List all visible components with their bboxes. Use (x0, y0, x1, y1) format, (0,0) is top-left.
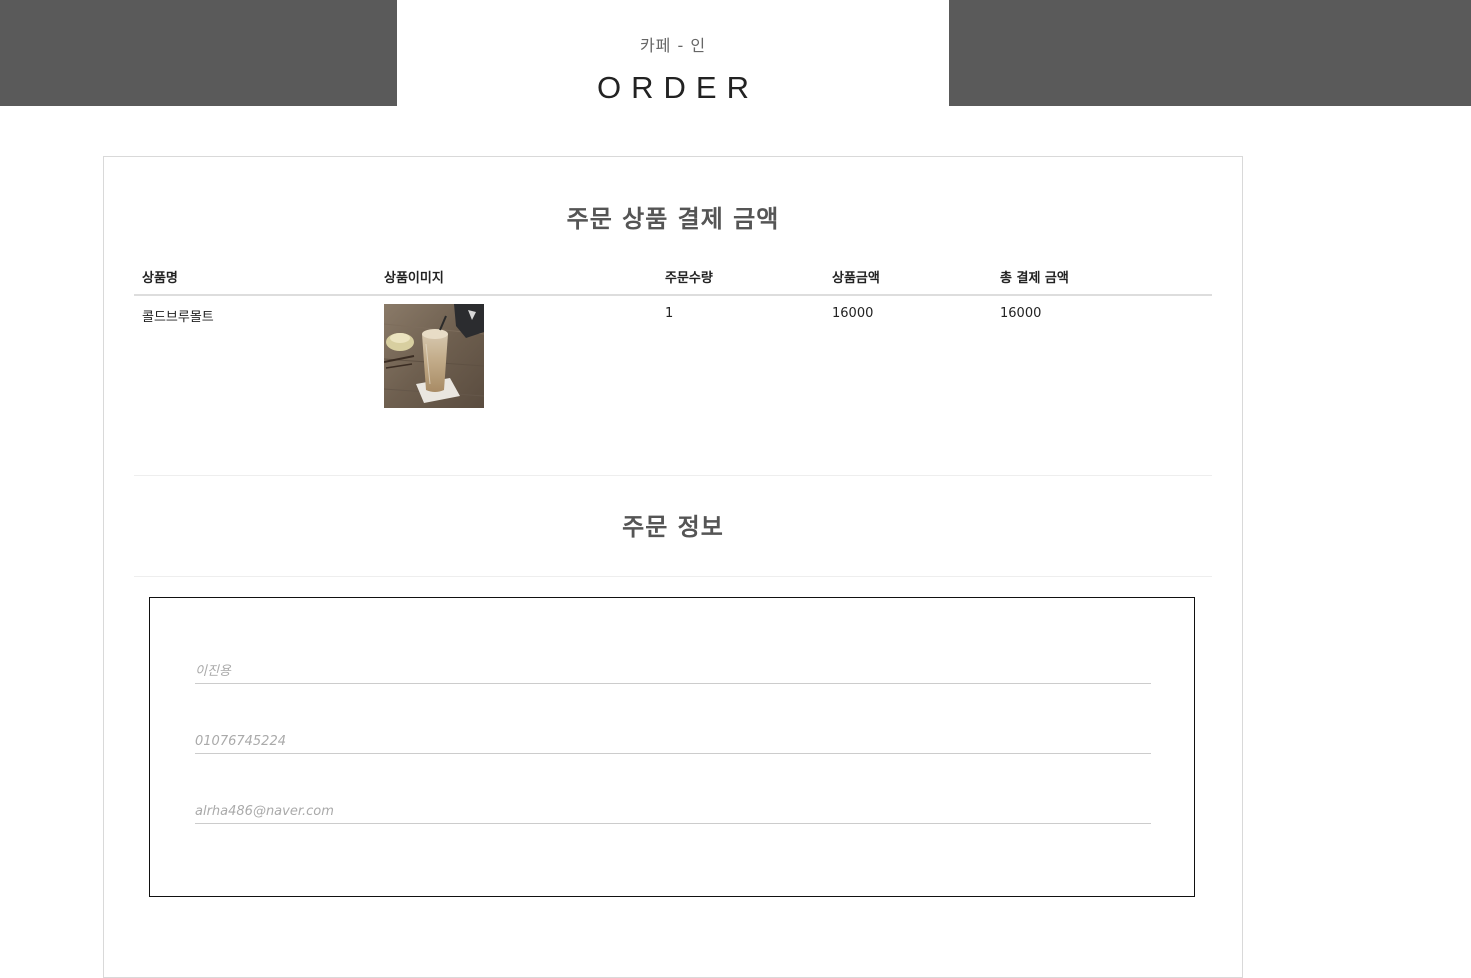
order-table: 상품명 상품이미지 주문수량 상품금액 총 결제 금액 콜드브루몰트 1 160… (134, 257, 1212, 476)
divider (134, 576, 1212, 577)
column-header-price: 상품금액 (832, 271, 880, 286)
order-card: 주문 상품 결제 금액 상품명 상품이미지 주문수량 상품금액 총 결제 금액 … (103, 156, 1243, 978)
name-input[interactable] (195, 659, 1151, 684)
email-input[interactable] (195, 799, 1151, 824)
product-price: 16000 (832, 306, 874, 321)
phone-input[interactable] (195, 729, 1151, 754)
column-header-quantity: 주문수량 (665, 271, 713, 286)
order-summary-title: 주문 상품 결제 금액 (566, 205, 780, 233)
column-header-image: 상품이미지 (384, 271, 444, 286)
table-header: 상품명 상품이미지 주문수량 상품금액 총 결제 금액 (134, 257, 1212, 296)
cafe-name: 카페 - 인 (639, 36, 707, 55)
column-header-total: 총 결제 금액 (1000, 271, 1069, 286)
product-total: 16000 (1000, 306, 1042, 321)
table-row: 콜드브루몰트 1 16000 16000 (134, 296, 1212, 476)
order-info-title: 주문 정보 (622, 513, 724, 541)
product-name: 콜드브루몰트 (142, 310, 214, 325)
product-image (384, 304, 484, 408)
page-title: ORDER (597, 70, 759, 105)
product-quantity: 1 (665, 306, 674, 321)
order-info-form (149, 597, 1195, 897)
divider (134, 475, 1212, 476)
page-header: 카페 - 인 ORDER (397, 0, 949, 106)
column-header-name: 상품명 (142, 271, 178, 286)
